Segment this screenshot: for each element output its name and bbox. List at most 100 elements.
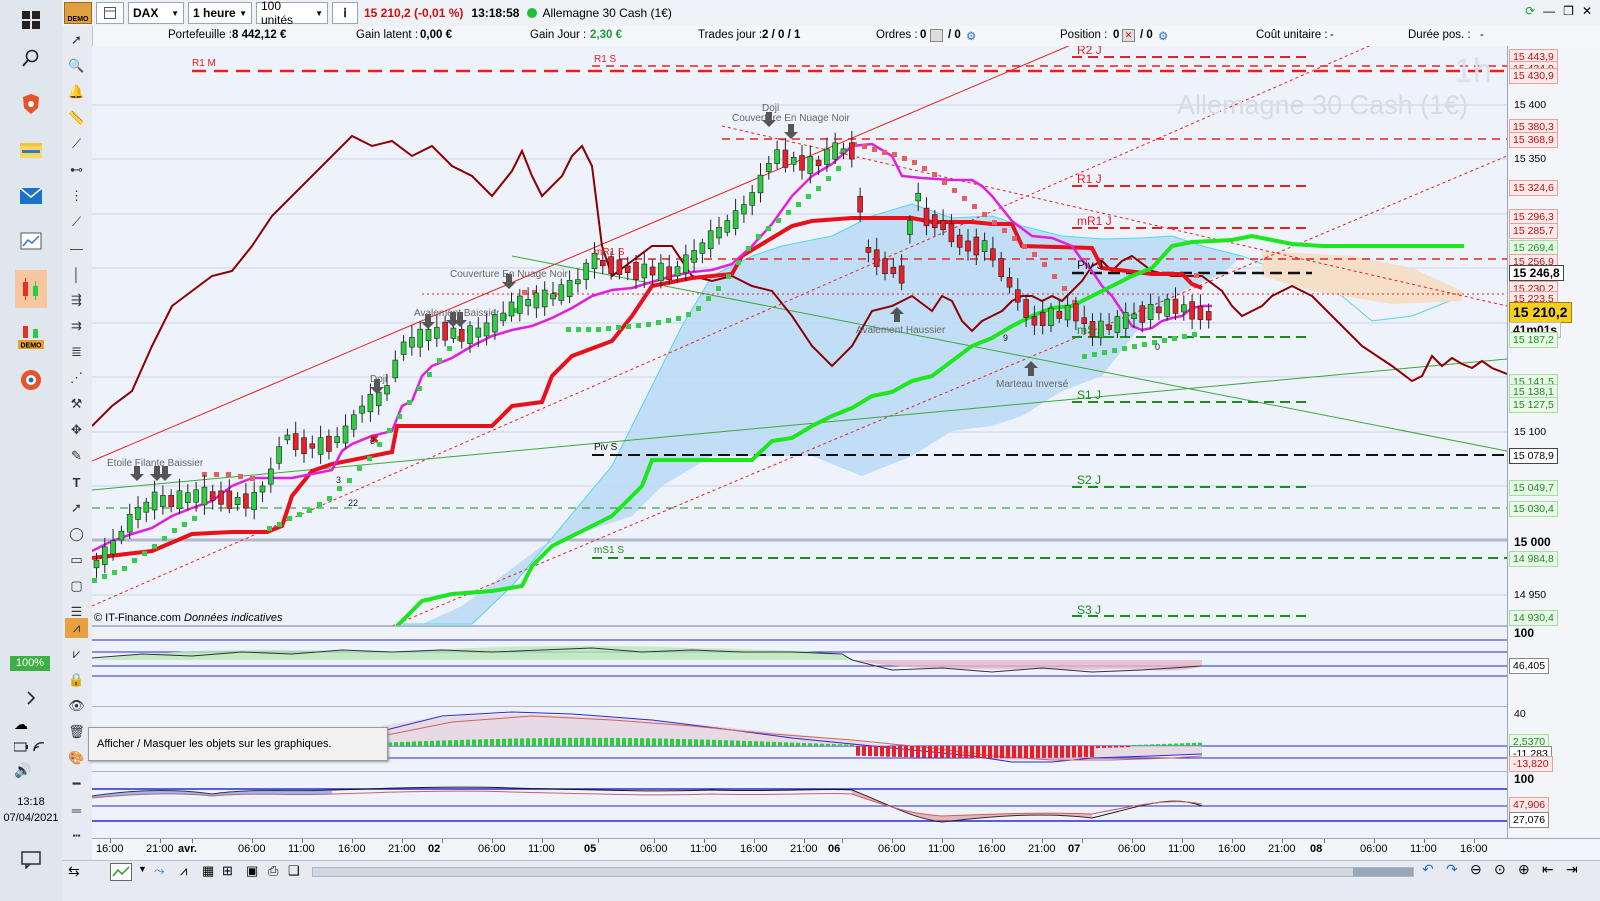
- rectangle-icon[interactable]: ▭: [65, 550, 88, 570]
- ruler-icon[interactable]: 📏: [65, 108, 88, 128]
- duree-label: Durée pos. :: [1408, 29, 1471, 41]
- vertical-ray-icon[interactable]: │: [65, 264, 88, 284]
- candle-body: [350, 414, 357, 430]
- chevron-down-icon[interactable]: ▼: [138, 864, 147, 874]
- reset-zoom-icon[interactable]: ⊙: [1494, 861, 1506, 878]
- print-icon[interactable]: ⎙: [268, 863, 278, 879]
- palette-icon[interactable]: 🎨: [65, 748, 88, 768]
- hide-objects-icon[interactable]: 👁: [65, 696, 88, 716]
- dashed-line-icon[interactable]: ┅: [65, 826, 88, 846]
- arrow-icon[interactable]: ➚: [65, 498, 88, 518]
- info-icon[interactable]: ⅰ: [332, 2, 358, 24]
- notifications-icon[interactable]: [15, 844, 47, 876]
- price-chart[interactable]: ✖ 1h Allemagne 30 Cash (1€) R2 J R1 M R1…: [92, 46, 1507, 838]
- candle-body: [533, 292, 540, 309]
- alert-bell-icon[interactable]: 🔔: [65, 82, 88, 102]
- symbol-select[interactable]: DAX ▼: [128, 2, 184, 24]
- minimize-icon[interactable]: —: [1543, 4, 1555, 18]
- restore-icon[interactable]: ❐: [1563, 4, 1574, 18]
- histogram-bar: [616, 737, 620, 746]
- zoom-out-icon[interactable]: ⊖: [1470, 861, 1482, 878]
- candle-body: [309, 443, 316, 449]
- candle-body: [716, 226, 722, 239]
- scrollbar-thumb[interactable]: [1353, 868, 1413, 876]
- histogram-bar: [502, 738, 506, 746]
- trash-icon[interactable]: 🗑: [65, 722, 88, 742]
- windows-start-icon[interactable]: [15, 4, 47, 36]
- lock-icon[interactable]: 🔒: [65, 670, 88, 690]
- wifi-icon[interactable]: [13, 740, 46, 757]
- price-label-pivs: 15 078,9: [1509, 448, 1558, 464]
- time-axis[interactable]: 16:00 21:00 avr. 06:00 11:00 16:00 21:00 02 06:0…: [92, 838, 1600, 861]
- zoom-in-icon[interactable]: ⊕: [1518, 861, 1530, 878]
- mail-icon[interactable]: [15, 180, 47, 212]
- quantity-select[interactable]: 100 unités ▼: [256, 0, 328, 27]
- templates-icon[interactable]: ▦: [202, 863, 214, 879]
- price-axis[interactable]: 15 443,9 15 434,9 15 430,9 15 400 15 380…: [1507, 46, 1600, 838]
- trendline-icon[interactable]: ⟋: [65, 134, 88, 154]
- screenshot-icon[interactable]: ▣: [246, 863, 258, 879]
- pencil-icon[interactable]: ✎: [65, 446, 88, 466]
- chevron-right-icon[interactable]: [15, 686, 47, 710]
- histogram-bar: [844, 744, 848, 746]
- share-icon[interactable]: ⤳: [154, 863, 164, 879]
- layout-icon[interactable]: [96, 2, 124, 24]
- indicator-icon[interactable]: ⩘: [65, 618, 88, 638]
- undo-icon[interactable]: ↶: [1422, 861, 1434, 878]
- app-window-icon[interactable]: [15, 226, 47, 258]
- text-icon[interactable]: T: [65, 472, 88, 492]
- candle-body: [1014, 289, 1021, 303]
- close-position-icon[interactable]: ✕: [1122, 29, 1135, 42]
- redo-icon[interactable]: ↷: [1446, 861, 1458, 878]
- channel-icon[interactable]: ⇶: [65, 290, 88, 310]
- orders-list-icon[interactable]: [930, 29, 943, 42]
- fibonacci-fan-icon[interactable]: ⋰: [65, 368, 88, 388]
- candle-body: [799, 155, 805, 171]
- histogram-bar: [640, 738, 644, 746]
- brave-browser-icon[interactable]: [15, 88, 47, 120]
- sync-icon[interactable]: ⟳: [1525, 4, 1535, 18]
- fibonacci-icon[interactable]: ≣: [65, 342, 88, 362]
- parallel-channel-icon[interactable]: ⇉: [65, 316, 88, 336]
- cursor-icon[interactable]: ➚: [65, 30, 88, 50]
- orders-settings-icon[interactable]: ⚙: [966, 29, 976, 43]
- horizontal-ray-icon[interactable]: —: [65, 238, 88, 258]
- ray-icon[interactable]: ⟋: [65, 212, 88, 232]
- volume-icon[interactable]: 🔊: [14, 762, 31, 779]
- move-icon[interactable]: ✥: [65, 420, 88, 440]
- magnifier-icon[interactable]: 🔍: [65, 56, 88, 76]
- trading-app-icon[interactable]: [15, 270, 47, 308]
- clock-time[interactable]: 13:18: [0, 796, 62, 808]
- position-settings-icon[interactable]: ⚙: [1158, 29, 1168, 43]
- rectangle-fill-icon[interactable]: ▢: [65, 576, 88, 596]
- line-width-icon[interactable]: ═: [65, 800, 88, 820]
- trading-demo-app-icon[interactable]: DEMO: [15, 318, 47, 356]
- gann-icon[interactable]: ⚒: [65, 394, 88, 414]
- colorful-app-icon[interactable]: [15, 364, 47, 396]
- indicators-icon[interactable]: ⩘: [180, 863, 187, 879]
- chart-canvas[interactable]: ✖: [92, 46, 1507, 838]
- symbol-value: DAX: [133, 6, 159, 20]
- line-style-icon[interactable]: ━: [65, 774, 88, 794]
- scroll-left-icon[interactable]: ⇆: [68, 863, 80, 880]
- search-icon[interactable]: [15, 42, 47, 74]
- chart-type-icon[interactable]: [110, 863, 132, 881]
- file-explorer-icon[interactable]: [15, 134, 47, 166]
- clock-date[interactable]: 07/04/2021: [0, 812, 62, 824]
- candle-body: [782, 149, 789, 168]
- chart-scrollbar[interactable]: [312, 867, 1414, 877]
- histogram-bar: [958, 746, 962, 759]
- close-icon[interactable]: ✕: [1582, 4, 1592, 18]
- ellipse-icon[interactable]: ◯: [65, 524, 88, 544]
- timeframe-select[interactable]: 1 heure ▼: [188, 2, 252, 24]
- scroll-start-icon[interactable]: ⇤: [1542, 861, 1554, 878]
- onedrive-icon[interactable]: ☁: [14, 716, 28, 733]
- zigzag-icon[interactable]: ⩗: [65, 644, 88, 664]
- horizontal-line-icon[interactable]: ⊷: [65, 160, 88, 180]
- vertical-line-icon[interactable]: ⋮: [65, 186, 88, 206]
- layers-icon[interactable]: ❑: [288, 863, 300, 879]
- histogram-bar: [1108, 746, 1112, 748]
- histogram-bar: [970, 746, 974, 759]
- compare-icon[interactable]: ⊞: [222, 863, 233, 879]
- scroll-end-icon[interactable]: ⇥: [1566, 861, 1578, 878]
